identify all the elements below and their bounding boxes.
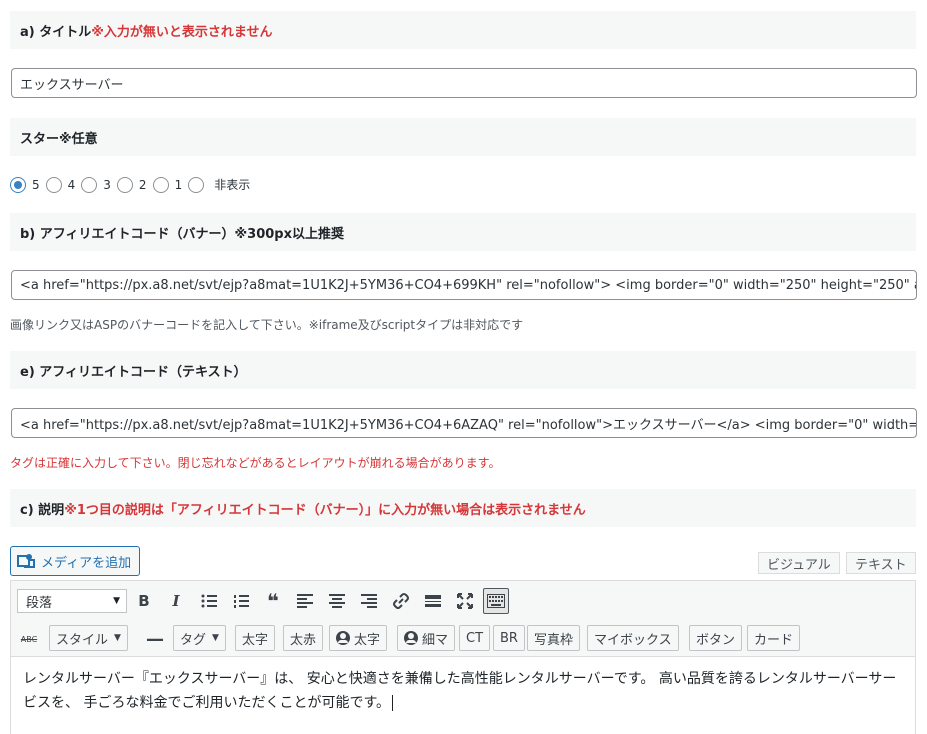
person-icon xyxy=(404,631,418,645)
star-radio-5[interactable] xyxy=(10,176,26,193)
tab-text[interactable]: テキスト xyxy=(846,552,916,574)
title-section-label: a) タイトル xyxy=(20,24,92,40)
read-more-icon[interactable] xyxy=(421,589,445,613)
star-radio-2[interactable] xyxy=(116,176,133,193)
person-icon xyxy=(336,631,350,645)
editor: 段落 B I ❝ ABC xyxy=(10,580,916,734)
person-bold-label: 太字 xyxy=(354,632,381,648)
text-section-label: e) アフィリエイトコード（テキスト） xyxy=(20,364,247,380)
bullet-list-icon[interactable] xyxy=(197,589,221,613)
star-radio-4[interactable] xyxy=(45,176,62,193)
fullscreen-icon[interactable] xyxy=(453,589,477,613)
toolbar-toggle-icon[interactable] xyxy=(483,588,509,614)
star-radio-3[interactable] xyxy=(81,176,98,193)
br-button[interactable]: BR xyxy=(493,625,525,651)
title-section-note: ※入力が無いと表示されません xyxy=(91,24,273,40)
style-select[interactable]: スタイル ▼ xyxy=(49,625,128,651)
banner-section-header: b) アフィリエイトコード（バナー）※300px以上推奨 xyxy=(10,213,916,251)
style-select-label: スタイル xyxy=(56,632,109,648)
bold-button[interactable]: 太字 xyxy=(235,625,276,651)
title-input[interactable]: エックスサーバー xyxy=(11,68,917,98)
chevron-down-icon: ▼ xyxy=(114,633,121,643)
my-box-button[interactable]: マイボックス xyxy=(587,625,679,651)
editor-content-text: レンタルサーバー『エックスサーバー』は、 安心と快適さを兼備した高性能レンタルサ… xyxy=(23,671,897,711)
title-section-header: a) タイトル ※入力が無いと表示されません xyxy=(10,11,916,49)
editor-toolbar-secondary: ABC スタイル ▼ — タグ ▼ 太字 太赤 太字 細マ CT BR 写真枠 マイ… xyxy=(11,619,915,657)
star-label-4: 4 xyxy=(67,177,76,192)
tag-select[interactable]: タグ ▼ xyxy=(173,625,226,651)
format-select[interactable]: 段落 xyxy=(17,589,127,613)
editor-toolbar-primary: 段落 B I ❝ xyxy=(11,581,915,619)
italic-icon[interactable]: I xyxy=(164,589,188,613)
banner-help-text: 画像リンク又はASPのバナーコードを記入して下さい。※iframe及びscrip… xyxy=(10,318,524,332)
person-thin-button[interactable]: 細マ xyxy=(397,625,456,651)
numbered-list-icon[interactable] xyxy=(229,589,253,613)
star-label-2: 2 xyxy=(138,177,147,192)
desc-section-note: ※1つ目の説明は「アフィリエイトコード（バナー）」に入力が無い場合は表示されませ… xyxy=(64,502,586,518)
star-radio-1[interactable] xyxy=(152,176,169,193)
add-media-label: メディアを追加 xyxy=(41,555,132,571)
person-bold-button[interactable]: 太字 xyxy=(329,625,388,651)
align-right-icon[interactable] xyxy=(357,589,381,613)
star-radio-group: 5 4 3 2 1 非表示 xyxy=(10,176,252,193)
text-section-header: e) アフィリエイトコード（テキスト） xyxy=(10,351,916,389)
bold-icon[interactable]: B xyxy=(132,589,156,613)
person-thin-label: 細マ xyxy=(422,632,449,648)
strikethrough-icon[interactable]: ABC xyxy=(17,627,41,651)
tab-visual[interactable]: ビジュアル xyxy=(758,552,840,574)
star-label-3: 3 xyxy=(103,177,111,192)
card-button[interactable]: カード xyxy=(747,625,801,651)
text-caret xyxy=(392,695,394,711)
desc-section-label: c) 説明 xyxy=(20,502,65,518)
tag-select-label: タグ xyxy=(180,632,207,648)
text-help-text: タグは正確に入力して下さい。閉じ忘れなどがあるとレイアウトが崩れる場合があります… xyxy=(10,456,501,470)
star-radio-hidden[interactable] xyxy=(188,176,205,193)
banner-section-label: b) アフィリエイトコード（バナー）※300px以上推奨 xyxy=(20,226,344,242)
ct-button[interactable]: CT xyxy=(459,625,491,651)
align-center-icon[interactable] xyxy=(325,589,349,613)
link-icon[interactable] xyxy=(389,589,413,613)
add-media-button[interactable]: メディアを追加 xyxy=(10,546,141,576)
photo-frame-button[interactable]: 写真枠 xyxy=(527,625,581,651)
align-left-icon[interactable] xyxy=(293,589,317,613)
star-label-hidden: 非表示 xyxy=(214,178,251,192)
bold-red-button[interactable]: 太赤 xyxy=(283,625,324,651)
media-icon xyxy=(17,554,35,568)
star-label-5: 5 xyxy=(32,177,40,192)
chevron-down-icon: ▼ xyxy=(212,633,219,643)
blockquote-icon[interactable]: ❝ xyxy=(261,589,285,613)
button-button[interactable]: ボタン xyxy=(689,625,743,651)
horizontal-line-icon[interactable]: — xyxy=(143,627,167,651)
desc-section-header: c) 説明 ※1つ目の説明は「アフィリエイトコード（バナー）」に入力が無い場合は表… xyxy=(10,489,916,527)
star-section-header: スター※任意 xyxy=(10,118,916,156)
editor-content[interactable]: レンタルサーバー『エックスサーバー』は、 安心と快適さを兼備した高性能レンタルサ… xyxy=(23,667,903,715)
text-code-input[interactable]: <a href="https://px.a8.net/svt/ejp?a8mat… xyxy=(11,408,917,438)
star-section-label: スター※任意 xyxy=(20,131,98,147)
banner-code-input[interactable]: <a href="https://px.a8.net/svt/ejp?a8mat… xyxy=(11,270,917,300)
star-label-1: 1 xyxy=(174,177,183,192)
